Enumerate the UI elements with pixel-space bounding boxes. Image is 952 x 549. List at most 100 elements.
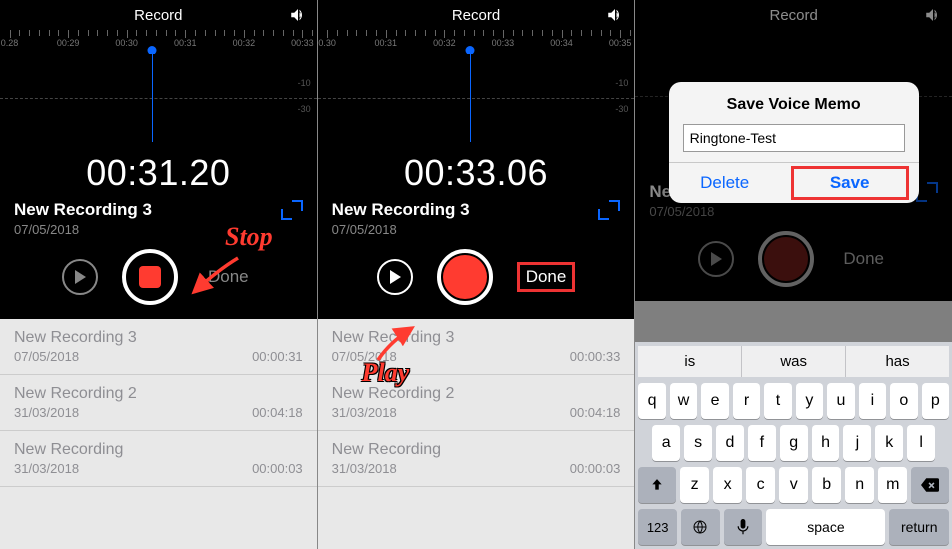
item-name: New Recording <box>332 441 621 459</box>
key[interactable]: n <box>845 467 874 503</box>
key[interactable]: u <box>827 383 854 419</box>
suggestion-bar: is was has <box>638 346 949 377</box>
item-date: 31/03/2018 <box>14 461 79 476</box>
key[interactable]: m <box>878 467 907 503</box>
key[interactable]: k <box>875 425 903 461</box>
playhead <box>152 54 153 142</box>
key[interactable]: p <box>922 383 949 419</box>
list-item[interactable]: New Recording 307/05/201800:00:31 <box>0 319 317 375</box>
play-button[interactable] <box>377 259 413 295</box>
crop-icon[interactable] <box>281 200 303 220</box>
stop-button[interactable] <box>122 249 178 305</box>
delete-button[interactable]: Delete <box>669 163 781 203</box>
key[interactable]: f <box>748 425 776 461</box>
speaker-icon[interactable] <box>606 6 624 24</box>
list-item[interactable]: New Recording 231/03/201800:04:18 <box>0 375 317 431</box>
key[interactable]: b <box>812 467 841 503</box>
pane-recording-paused: Record 0.30 00:31 00:32 00:33 00:34 00:35 -10… <box>317 0 635 549</box>
ruler-label: 00:31 <box>174 38 197 48</box>
key[interactable]: x <box>713 467 742 503</box>
header: Record <box>0 0 317 30</box>
recordings-list: New Recording 307/05/201800:00:31New Rec… <box>0 319 317 549</box>
item-duration: 00:04:18 <box>252 405 303 420</box>
key[interactable]: o <box>890 383 917 419</box>
ruler-label: 00:32 <box>233 38 256 48</box>
recording-name: New Recording 3 <box>332 200 470 220</box>
key[interactable]: i <box>859 383 886 419</box>
key[interactable]: l <box>907 425 935 461</box>
recording-date: 07/05/2018 <box>14 222 152 237</box>
pane-recording-in-progress: Record 0.2800:2900:3000:3100:3200:33 -10… <box>0 0 317 549</box>
list-item[interactable]: New Recording 231/03/201800:04:18 <box>318 375 635 431</box>
key[interactable]: c <box>746 467 775 503</box>
ruler-label: 00:33 <box>291 38 314 48</box>
playhead-dot <box>465 46 474 54</box>
key[interactable]: g <box>780 425 808 461</box>
key[interactable]: t <box>764 383 791 419</box>
numbers-key[interactable]: 123 <box>638 509 677 545</box>
key[interactable]: r <box>733 383 760 419</box>
suggestion[interactable]: has <box>845 346 949 377</box>
list-item[interactable]: New Recording 307/05/201800:00:33 <box>318 319 635 375</box>
elapsed-time: 00:33.06 <box>318 142 635 198</box>
recording-name: New Recording 3 <box>14 200 152 220</box>
record-button[interactable] <box>437 249 493 305</box>
key[interactable]: d <box>716 425 744 461</box>
title: Record <box>452 7 500 24</box>
key[interactable]: v <box>779 467 808 503</box>
item-duration: 00:00:31 <box>252 349 303 364</box>
arrow-icon <box>188 256 242 298</box>
backspace-key[interactable] <box>911 467 949 503</box>
item-date: 31/03/2018 <box>332 405 397 420</box>
header: Record <box>318 0 635 30</box>
ruler-label: 00:35 <box>609 38 632 48</box>
space-key[interactable]: space <box>766 509 885 545</box>
item-name: New Recording 3 <box>14 329 303 347</box>
key[interactable]: y <box>796 383 823 419</box>
speaker-icon[interactable] <box>289 6 307 24</box>
time-ruler: 0.30 00:31 00:32 00:33 00:34 00:35 <box>318 30 635 54</box>
elapsed-time: 00:31.20 <box>0 142 317 198</box>
key[interactable]: q <box>638 383 665 419</box>
playhead-dot <box>148 46 157 54</box>
title: Record <box>134 7 182 24</box>
play-button[interactable] <box>62 259 98 295</box>
suggestion[interactable]: is <box>638 346 741 377</box>
arrow-icon <box>372 324 418 364</box>
dialog-title: Save Voice Memo <box>669 82 919 124</box>
waveform: -10 -30 <box>0 54 317 142</box>
return-key[interactable]: return <box>889 509 949 545</box>
list-item[interactable]: New Recording 31/03/2018 00:00:03 <box>318 431 635 487</box>
memo-name-input[interactable] <box>683 124 905 152</box>
globe-key[interactable] <box>681 509 720 545</box>
item-duration: 00:00:03 <box>570 461 621 476</box>
save-button[interactable]: Save <box>791 166 909 200</box>
keyboard: is was has qwertyuiop asdfghjkl z x c v … <box>635 342 952 549</box>
key[interactable]: w <box>670 383 697 419</box>
suggestion[interactable]: was <box>741 346 845 377</box>
ruler-label: 00:33 <box>492 38 515 48</box>
mic-key[interactable] <box>724 509 763 545</box>
ruler-label: 0.30 <box>318 38 336 48</box>
key[interactable]: z <box>680 467 709 503</box>
ruler-label: 00:34 <box>550 38 573 48</box>
key[interactable]: h <box>812 425 840 461</box>
ruler-label: 00:30 <box>115 38 138 48</box>
item-date: 31/03/2018 <box>14 405 79 420</box>
recordings-list: New Recording 307/05/201800:00:33New Rec… <box>318 319 635 549</box>
playhead <box>470 54 471 142</box>
list-item[interactable]: New Recording31/03/201800:00:03 <box>0 431 317 487</box>
ruler-label: 00:31 <box>374 38 397 48</box>
key[interactable]: s <box>684 425 712 461</box>
key[interactable]: e <box>701 383 728 419</box>
ruler-label: 00:32 <box>433 38 456 48</box>
crop-icon[interactable] <box>598 200 620 220</box>
key[interactable]: j <box>843 425 871 461</box>
item-date: 31/03/2018 <box>332 461 397 476</box>
key[interactable]: a <box>652 425 680 461</box>
waveform: -10 -30 <box>318 54 635 142</box>
done-button[interactable]: Done <box>517 262 576 292</box>
time-ruler: 0.2800:2900:3000:3100:3200:33 <box>0 30 317 54</box>
shift-key[interactable] <box>638 467 676 503</box>
item-name: New Recording <box>14 441 303 459</box>
